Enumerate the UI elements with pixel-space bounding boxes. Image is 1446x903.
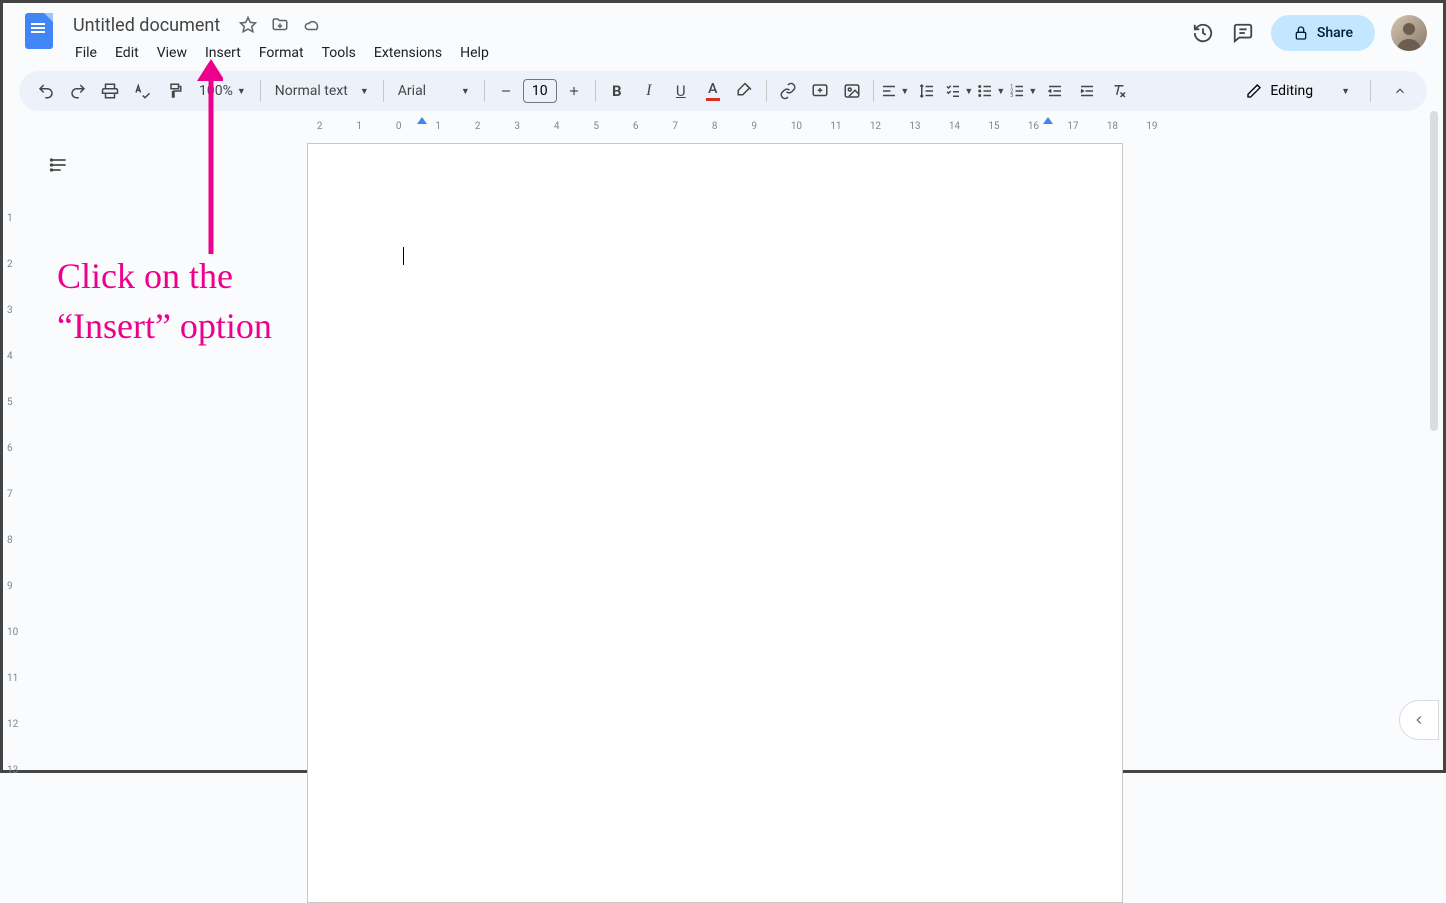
insert-link-button[interactable] — [773, 76, 803, 106]
horizontal-ruler[interactable]: 21012345678910111213141516171819 — [19, 115, 1427, 133]
header: Untitled document File Edit View Insert … — [3, 3, 1443, 67]
header-right: Share — [1191, 15, 1427, 51]
chevron-down-icon: ▼ — [1341, 86, 1350, 97]
separator — [873, 80, 874, 102]
highlight-color-button[interactable] — [730, 76, 760, 106]
editing-mode-button[interactable]: Editing ▼ — [1232, 76, 1364, 106]
pencil-icon — [1246, 83, 1262, 99]
separator — [383, 80, 384, 102]
scrollbar-thumb[interactable] — [1430, 111, 1438, 431]
menu-bar: File Edit View Insert Format Tools Exten… — [67, 41, 1191, 65]
menu-extensions[interactable]: Extensions — [366, 41, 450, 65]
text-cursor — [403, 247, 404, 265]
menu-edit[interactable]: Edit — [107, 41, 147, 65]
menu-file[interactable]: File — [67, 41, 105, 65]
toolbar: 100% ▼ Normal text ▼ Arial ▼ 10 B I U A ▼… — [19, 71, 1427, 111]
underline-button[interactable]: U — [666, 76, 696, 106]
increase-indent-button[interactable] — [1072, 76, 1102, 106]
insert-image-button[interactable] — [837, 76, 867, 106]
history-icon[interactable] — [1191, 21, 1215, 45]
spellcheck-button[interactable] — [127, 76, 157, 106]
share-button[interactable]: Share — [1271, 15, 1375, 51]
decrease-indent-button[interactable] — [1040, 76, 1070, 106]
annotation-line1: Click on the — [57, 251, 272, 301]
annotation-line2: “Insert” option — [57, 301, 272, 351]
svg-text:3: 3 — [1011, 93, 1014, 99]
title-area: Untitled document File Edit View Insert … — [67, 11, 1191, 65]
separator — [1370, 80, 1371, 102]
right-indent-marker[interactable] — [1043, 117, 1053, 124]
bulleted-list-button[interactable]: ▼ — [976, 76, 1006, 106]
lock-icon — [1293, 25, 1309, 41]
separator — [766, 80, 767, 102]
annotation-text: Click on the “Insert” option — [57, 251, 272, 352]
star-icon[interactable] — [238, 15, 258, 35]
separator — [484, 80, 485, 102]
document-page[interactable] — [307, 143, 1123, 903]
move-to-folder-icon[interactable] — [270, 15, 290, 35]
document-title[interactable]: Untitled document — [67, 13, 226, 38]
menu-format[interactable]: Format — [251, 41, 312, 65]
separator — [595, 80, 596, 102]
undo-button[interactable] — [31, 76, 61, 106]
line-spacing-button[interactable] — [912, 76, 942, 106]
editing-mode-label: Editing — [1270, 83, 1313, 99]
vertical-ruler[interactable]: 12345678910111213 — [7, 133, 25, 773]
decrease-font-size-button[interactable] — [491, 76, 521, 106]
chevron-down-icon: ▼ — [360, 86, 369, 97]
menu-insert[interactable]: Insert — [197, 41, 249, 65]
increase-font-size-button[interactable] — [559, 76, 589, 106]
zoom-select[interactable]: 100% ▼ — [191, 76, 254, 106]
separator — [260, 80, 261, 102]
vertical-scrollbar[interactable] — [1428, 108, 1440, 768]
font-value: Arial — [398, 83, 426, 99]
align-button[interactable]: ▼ — [880, 76, 910, 106]
document-outline-button[interactable] — [41, 147, 77, 183]
cloud-status-icon[interactable] — [302, 15, 322, 35]
side-panel-toggle[interactable] — [1399, 700, 1439, 740]
bold-button[interactable]: B — [602, 76, 632, 106]
docs-logo[interactable] — [19, 11, 59, 51]
menu-view[interactable]: View — [149, 41, 195, 65]
paint-format-button[interactable] — [159, 76, 189, 106]
zoom-value: 100% — [199, 83, 233, 99]
chevron-down-icon: ▼ — [461, 86, 470, 97]
text-color-button[interactable]: A — [698, 76, 728, 106]
share-label: Share — [1317, 25, 1353, 41]
checklist-button[interactable]: ▼ — [944, 76, 974, 106]
font-select[interactable]: Arial ▼ — [390, 76, 478, 106]
menu-help[interactable]: Help — [452, 41, 497, 65]
print-button[interactable] — [95, 76, 125, 106]
add-comment-button[interactable] — [805, 76, 835, 106]
italic-button[interactable]: I — [634, 76, 664, 106]
avatar[interactable] — [1391, 15, 1427, 51]
chevron-down-icon: ▼ — [237, 86, 246, 97]
left-indent-marker[interactable] — [417, 117, 427, 124]
style-value: Normal text — [275, 83, 348, 99]
menu-tools[interactable]: Tools — [314, 41, 364, 65]
clear-formatting-button[interactable] — [1104, 76, 1134, 106]
font-size-input[interactable]: 10 — [523, 79, 557, 103]
redo-button[interactable] — [63, 76, 93, 106]
comments-icon[interactable] — [1231, 21, 1255, 45]
numbered-list-button[interactable]: 123▼ — [1008, 76, 1038, 106]
collapse-toolbar-button[interactable] — [1385, 76, 1415, 106]
paragraph-style-select[interactable]: Normal text ▼ — [267, 76, 377, 106]
